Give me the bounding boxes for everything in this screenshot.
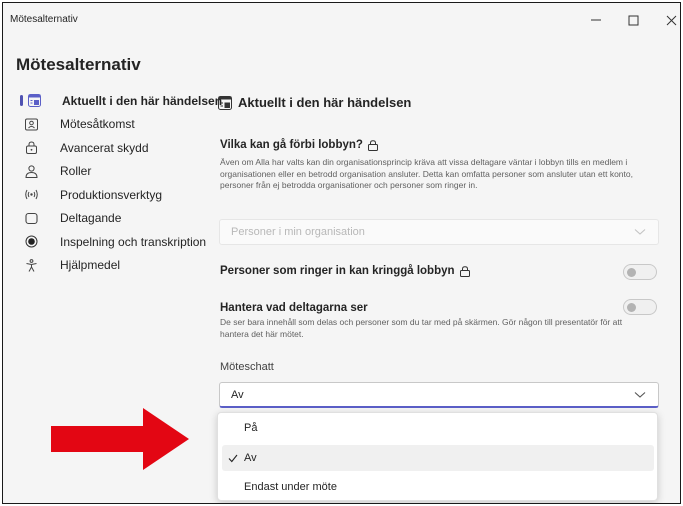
sidebar-item-label: Inspelning och transkription — [60, 234, 207, 249]
lock-icon — [459, 265, 470, 277]
chat-bubble-icon — [25, 212, 38, 225]
dial-in-bypass-toggle[interactable] — [623, 264, 657, 280]
manage-view-toggle[interactable] — [623, 299, 657, 315]
sidebar-item-label: Deltagande — [60, 211, 122, 226]
section-title: Aktuellt i den här händelsen — [218, 95, 411, 110]
accessibility-icon — [25, 258, 38, 272]
event-list-icon — [28, 94, 41, 107]
lobby-bypass-heading: Vilka kan gå förbi lobbyn? — [220, 139, 378, 151]
meeting-chat-select[interactable]: Av — [219, 382, 659, 408]
dropdown-option-during-meeting[interactable]: Endast under möte — [222, 474, 654, 500]
lobby-bypass-description: Även om Alla har valts kan din organisat… — [220, 157, 633, 190]
annotation-arrow-icon — [51, 408, 189, 470]
chevron-down-icon — [634, 390, 646, 400]
person-badge-icon — [25, 118, 38, 131]
section-title-label: Aktuellt i den här händelsen — [238, 95, 412, 110]
manage-view-heading-text: Hantera vad deltagarna ser — [220, 302, 368, 314]
sidebar-item-label: Roller — [60, 164, 92, 179]
lobby-bypass-select-value: Personer i min organisation — [231, 226, 365, 238]
manage-view-heading: Hantera vad deltagarna ser — [220, 302, 368, 314]
manage-view-description: De ser bara innehåll som delas och perso… — [220, 317, 623, 339]
dial-in-bypass-heading: Personer som ringer in kan kringgå lobby… — [220, 265, 470, 277]
sidebar-item-label: Produktionsverktyg — [60, 187, 163, 202]
title-bar: Mötesalternativ — [3, 3, 680, 39]
meeting-chat-dropdown: På Av Endast under möte — [217, 412, 658, 501]
sidebar-item-roles[interactable]: Roller — [3, 160, 218, 184]
dropdown-option-on[interactable]: På — [222, 415, 654, 441]
sidebar-item-recording[interactable]: Inspelning och transkription — [3, 230, 218, 254]
sidebar: Aktuellt i den här händelsen Mötesåtkoms… — [3, 89, 222, 278]
maximize-icon — [628, 15, 638, 25]
toggle-knob — [627, 268, 636, 277]
page-title: Mötesalternativ — [16, 55, 141, 74]
sidebar-item-production-tools[interactable]: Produktionsverktyg — [3, 183, 218, 207]
minimize-button[interactable] — [578, 8, 614, 32]
lobby-bypass-heading-text: Vilka kan gå förbi lobbyn? — [220, 139, 363, 151]
lobby-bypass-select[interactable]: Personer i min organisation — [219, 219, 659, 245]
sidebar-item-label: Mötesåtkomst — [60, 117, 135, 132]
dial-in-bypass-heading-text: Personer som ringer in kan kringgå lobby… — [220, 265, 455, 277]
option-label: Av — [244, 452, 257, 464]
close-button[interactable] — [653, 8, 680, 32]
dropdown-option-off[interactable]: Av — [222, 445, 654, 471]
people-icon — [25, 164, 38, 178]
window-title: Mötesalternativ — [10, 14, 78, 25]
lock-icon — [367, 139, 378, 151]
meeting-chat-select-value: Av — [231, 388, 244, 401]
sidebar-item-advanced-protection[interactable]: Avancerat skydd — [3, 136, 218, 160]
sidebar-item-meeting-access[interactable]: Mötesåtkomst — [3, 113, 218, 137]
sidebar-item-label: Hjälpmedel — [60, 258, 121, 273]
active-indicator — [20, 95, 23, 106]
record-icon — [25, 235, 38, 248]
lock-icon — [25, 141, 38, 154]
maximize-button[interactable] — [615, 8, 651, 32]
sidebar-item-participation[interactable]: Deltagande — [3, 207, 218, 231]
broadcast-icon — [25, 188, 38, 201]
event-list-icon — [218, 95, 232, 110]
minimize-icon — [591, 19, 601, 21]
chevron-down-icon — [634, 227, 646, 237]
sidebar-item-accessibility[interactable]: Hjälpmedel — [3, 254, 218, 278]
option-label: Endast under möte — [244, 481, 337, 493]
sidebar-item-label: Avancerat skydd — [60, 140, 149, 155]
meeting-chat-label: Möteschatt — [220, 361, 274, 373]
close-icon — [666, 15, 676, 25]
toggle-knob — [627, 303, 636, 312]
option-label: På — [244, 422, 258, 434]
sidebar-item-label: Aktuellt i den här händelsen — [62, 93, 223, 108]
checkmark-icon — [228, 453, 238, 463]
sidebar-item-current-event[interactable]: Aktuellt i den här händelsen — [3, 89, 222, 113]
